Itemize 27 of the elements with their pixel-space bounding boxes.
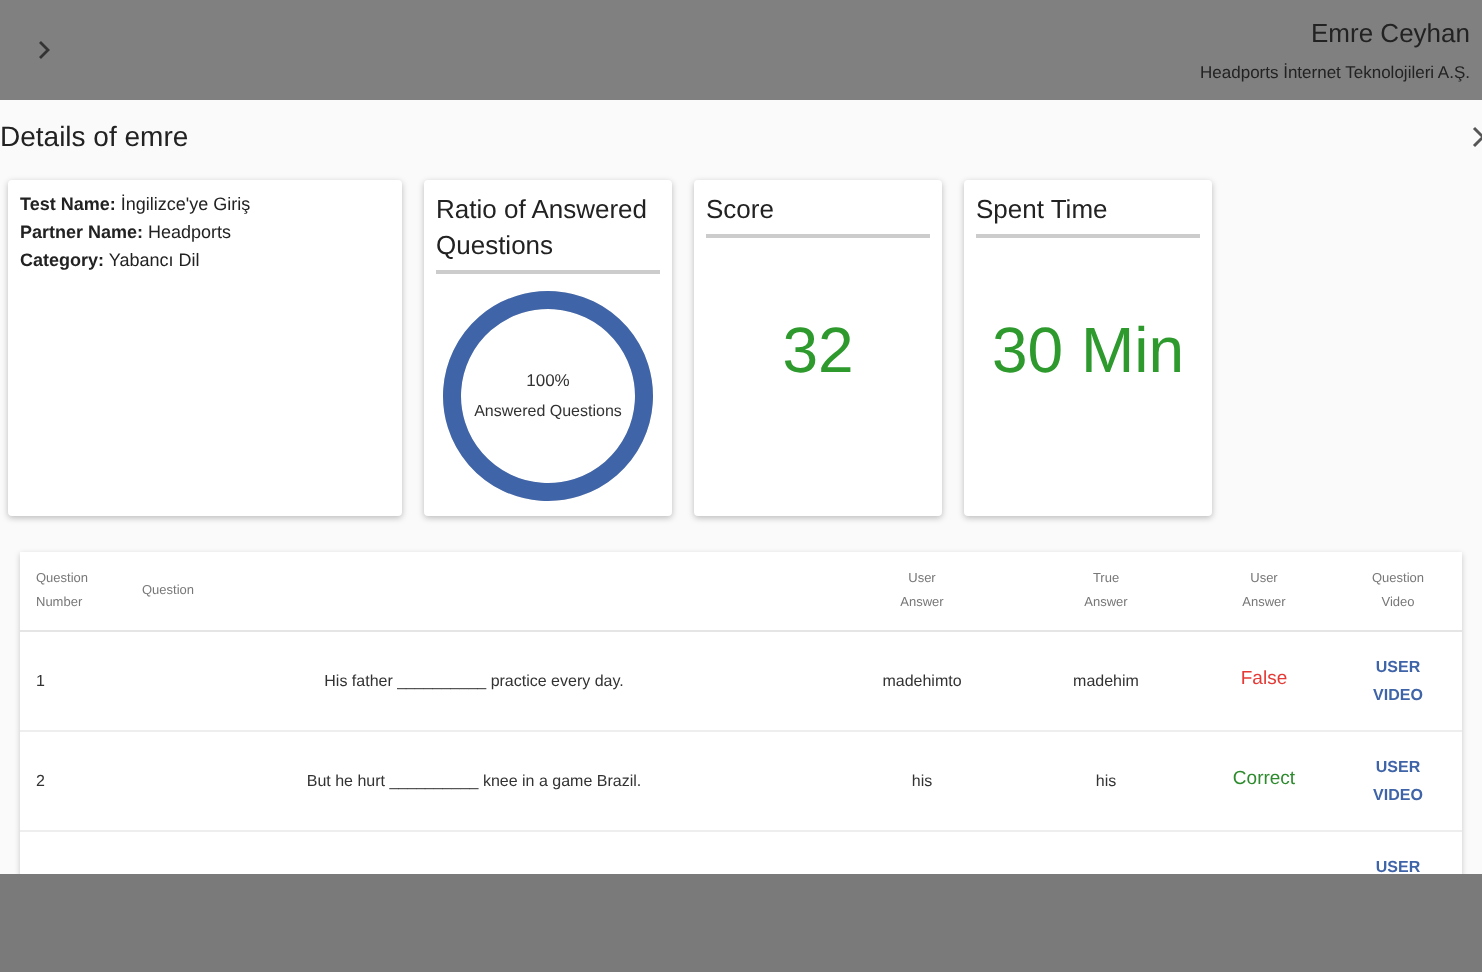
card-title: Spent Time <box>976 192 1200 238</box>
company-name: Headports İnternet Teknolojileri A.Ş. <box>1200 60 1470 87</box>
dialog-title: Details of emre <box>0 117 189 155</box>
table-cell: madehim <box>1073 671 1139 689</box>
table-cell: his <box>1095 771 1117 789</box>
user-name: Emre Ceyhan <box>1311 15 1470 52</box>
table-cell: 2 <box>36 771 45 789</box>
info-line: Partner Name: Headports <box>20 220 234 246</box>
caption-label: Answered Questions <box>474 400 622 425</box>
stat-value: 32 <box>782 311 854 389</box>
user-video-link[interactable]: USER VIDEO <box>1373 754 1423 810</box>
percent-label: 100% <box>526 367 570 393</box>
info-line: Test Name: İngilizce'ye Giriş <box>20 192 253 218</box>
table-cell: 1 <box>36 671 45 689</box>
table-cell: his <box>911 771 933 789</box>
table-cell: madehimto <box>882 671 962 689</box>
card-title: Ratio of Answered Questions <box>436 192 660 274</box>
card-title: Score <box>706 192 930 238</box>
table-cell: His father __________ practice every day. <box>324 671 624 689</box>
table-cell: But he hurt __________ knee in a game Brazil. <box>306 771 642 789</box>
result-label: False <box>1240 668 1288 691</box>
result-label: Correct <box>1232 768 1296 791</box>
stat-value: 30 Min <box>991 311 1185 389</box>
user-video-link[interactable]: USER VIDEO <box>1373 654 1423 710</box>
user-video-link[interactable]: USER <box>1375 854 1421 874</box>
info-line: Category: Yabancı Dil <box>20 248 202 274</box>
chevron-right-icon[interactable] <box>36 40 52 60</box>
